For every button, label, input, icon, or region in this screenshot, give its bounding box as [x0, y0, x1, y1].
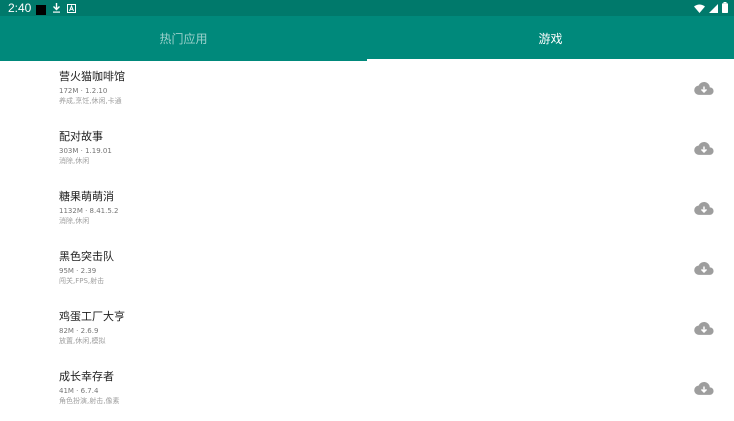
- game-title: 营火猫咖啡馆: [59, 70, 125, 83]
- tab-hot-apps-label: 热门应用: [159, 32, 208, 46]
- list-item[interactable]: 黑色突击队 95M · 2.39 闯关,FPS,射击: [0, 241, 734, 301]
- cloud-download-icon[interactable]: [694, 261, 714, 277]
- cloud-download-icon[interactable]: [694, 141, 714, 157]
- a-icon: [67, 3, 76, 16]
- cloud-download-icon[interactable]: [694, 201, 714, 217]
- game-tags: 消除,休闲: [59, 217, 90, 225]
- game-tags: 养成,烹饪,休闲,卡通: [59, 97, 122, 105]
- game-title: 鸡蛋工厂大亨: [59, 310, 125, 323]
- signal-icon: [709, 3, 718, 16]
- status-icons-left: [36, 3, 76, 16]
- download-icon: [52, 3, 61, 16]
- status-time: 2:40: [8, 1, 32, 15]
- status-icons-right: [694, 2, 728, 16]
- game-tags: 角色扮演,射击,像素: [59, 397, 120, 405]
- status-bar: 2:40: [0, 0, 734, 16]
- game-title: 黑色突击队: [59, 250, 114, 263]
- cloud-download-icon[interactable]: [694, 81, 714, 97]
- battery-icon: [722, 2, 728, 16]
- game-size-version: 95M · 2.39: [59, 267, 97, 275]
- list-item[interactable]: 配对故事 303M · 1.19.01 消除,休闲: [0, 121, 734, 181]
- wifi-icon: [694, 3, 705, 16]
- list-item[interactable]: 营火猫咖啡馆 172M · 1.2.10 养成,烹饪,休闲,卡通: [0, 61, 734, 121]
- game-tags: 闯关,FPS,射击: [59, 277, 105, 285]
- game-size-version: 172M · 1.2.10: [59, 87, 108, 95]
- game-tags: 消除,休闲: [59, 157, 90, 165]
- cloud-download-icon[interactable]: [694, 381, 714, 397]
- list-item[interactable]: 糖果萌萌消 1132M · 8.41.5.2 消除,休闲: [0, 181, 734, 241]
- game-tags: 放置,休闲,模拟: [59, 337, 106, 345]
- list-item[interactable]: 鸡蛋工厂大亨 82M · 2.6.9 放置,休闲,模拟: [0, 301, 734, 361]
- game-title: 配对故事: [59, 130, 103, 143]
- tab-games[interactable]: 游戏: [367, 16, 734, 61]
- game-size-version: 41M · 6.7.4: [59, 387, 99, 395]
- game-title: 成长幸存者: [59, 370, 114, 383]
- list-item[interactable]: 成长幸存者 41M · 6.7.4 角色扮演,射击,像素: [0, 361, 734, 421]
- tab-games-label: 游戏: [538, 32, 563, 46]
- game-list: 营火猫咖啡馆 172M · 1.2.10 养成,烹饪,休闲,卡通 配对故事 30…: [0, 61, 734, 421]
- game-size-version: 303M · 1.19.01: [59, 147, 112, 155]
- cloud-download-icon[interactable]: [694, 321, 714, 337]
- black-square-icon: [36, 4, 46, 15]
- game-size-version: 82M · 2.6.9: [59, 327, 99, 335]
- tab-hot-apps[interactable]: 热门应用: [0, 16, 367, 61]
- tab-bar: 热门应用 游戏: [0, 16, 734, 61]
- game-size-version: 1132M · 8.41.5.2: [59, 207, 119, 215]
- game-title: 糖果萌萌消: [59, 190, 114, 203]
